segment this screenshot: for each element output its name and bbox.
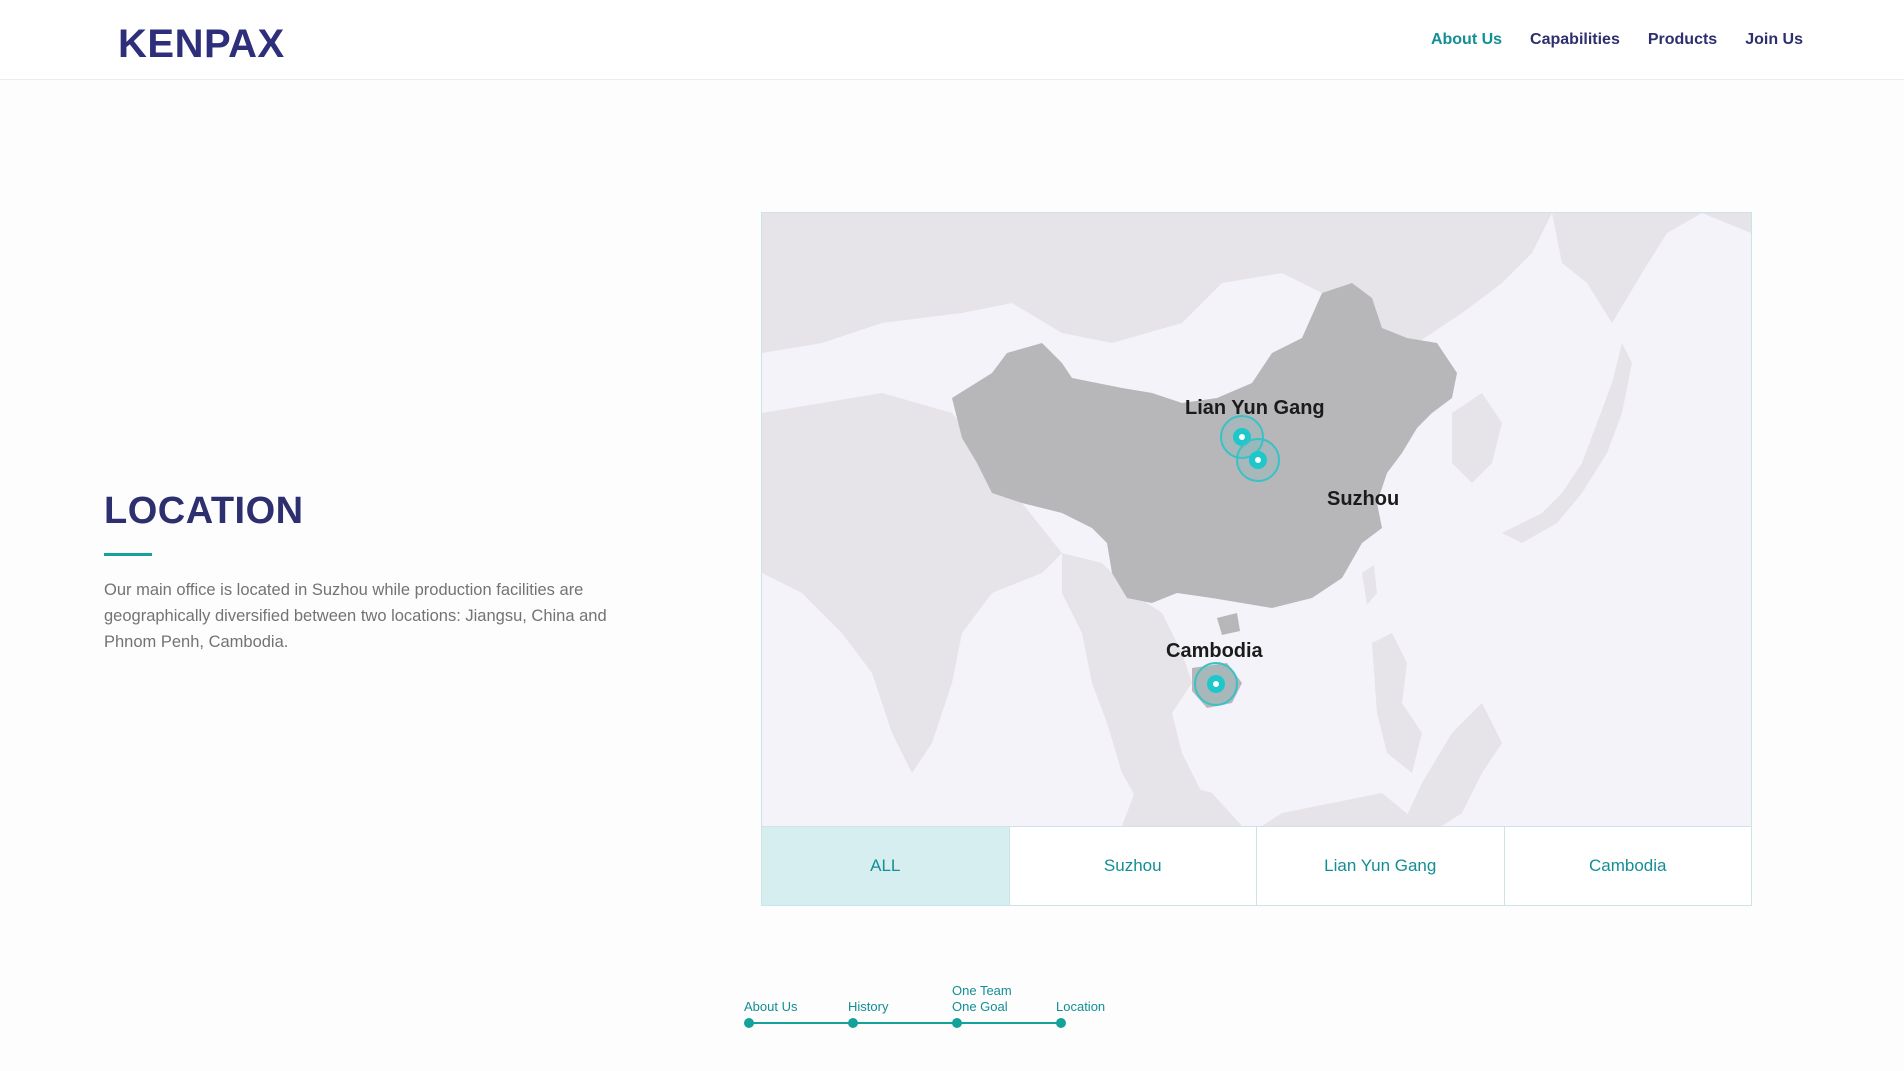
section-progress-nav: About Us History One Team One Goal Locati… xyxy=(744,975,1124,1035)
location-map-panel: Lian Yun Gang Suzhou Cambodia ALL Suzhou… xyxy=(761,212,1752,906)
nav-about-us[interactable]: About Us xyxy=(1431,31,1502,49)
progress-dot xyxy=(1056,1018,1066,1028)
map-label-suzhou: Suzhou xyxy=(1327,488,1400,510)
nav-join-us[interactable]: Join Us xyxy=(1745,31,1803,49)
main-nav: About Us Capabilities Products Join Us xyxy=(1431,31,1803,49)
progress-step-history[interactable]: History xyxy=(848,975,952,1035)
progress-dot xyxy=(848,1018,858,1028)
tab-all[interactable]: ALL xyxy=(762,827,1010,905)
tab-cambodia[interactable]: Cambodia xyxy=(1504,827,1751,905)
tab-lianyungang[interactable]: Lian Yun Gang xyxy=(1257,827,1505,905)
map-canvas: Lian Yun Gang Suzhou Cambodia xyxy=(762,213,1751,826)
progress-step-about-us[interactable]: About Us xyxy=(744,975,848,1035)
nav-products[interactable]: Products xyxy=(1648,31,1717,49)
map-marker-icon-suzhou[interactable] xyxy=(1236,438,1280,482)
location-tabs: ALL Suzhou Lian Yun Gang Cambodia xyxy=(762,826,1751,905)
asia-map xyxy=(762,213,1751,826)
location-description: Our main office is located in Suzhou whi… xyxy=(104,581,607,651)
kenpax-logo[interactable]: KENPAX xyxy=(118,22,285,67)
progress-step-one-team[interactable]: One Team One Goal xyxy=(952,975,1056,1035)
map-label-cambodia: Cambodia xyxy=(1166,640,1263,662)
progress-dot xyxy=(952,1018,962,1028)
map-marker-icon-cambodia[interactable] xyxy=(1194,662,1238,706)
title-underline xyxy=(104,553,152,556)
progress-step-location[interactable]: Location xyxy=(1056,975,1160,1035)
nav-capabilities[interactable]: Capabilities xyxy=(1530,31,1620,49)
map-label-lianyungang: Lian Yun Gang xyxy=(1185,397,1325,419)
page-title: LOCATION xyxy=(104,490,304,532)
tab-suzhou[interactable]: Suzhou xyxy=(1009,827,1257,905)
progress-dot xyxy=(744,1018,754,1028)
site-header: KENPAX About Us Capabilities Products Jo… xyxy=(0,0,1904,80)
